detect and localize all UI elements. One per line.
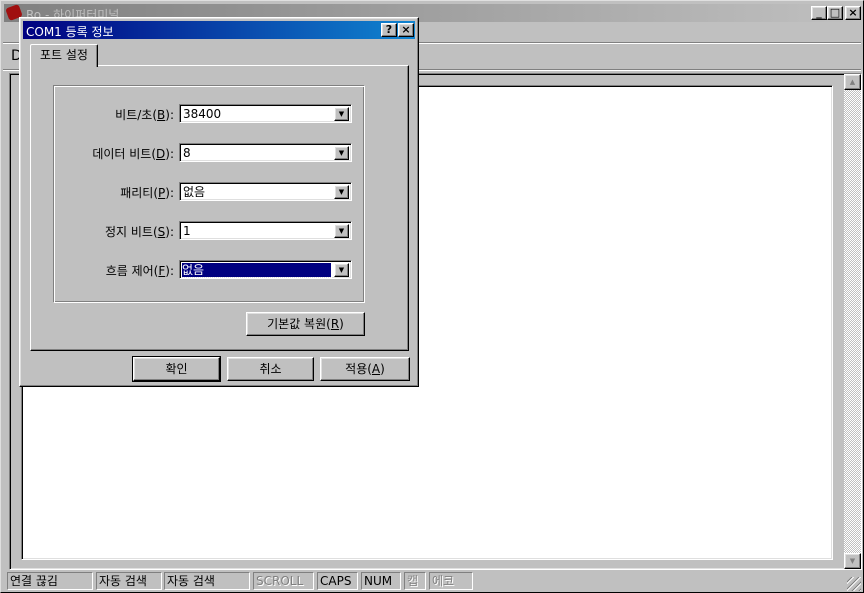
bits-per-second-label: 비트/초(B): xyxy=(54,106,174,123)
com1-properties-dialog: COM1 등록 정보 ? × 포트 설정 비트/초(B): 38400 ▼ 데이… xyxy=(19,17,419,387)
label-text: 비트/초( xyxy=(115,108,158,122)
scroll-down-button[interactable]: ▼ xyxy=(844,553,861,569)
label-end: ): xyxy=(165,186,174,200)
flow-control-label: 흐름 제어(F): xyxy=(54,262,174,279)
ok-button[interactable]: 확인 xyxy=(132,356,221,382)
mnemonic-key: D xyxy=(156,147,166,161)
status-autodetect-1: 자동 검색 xyxy=(96,572,162,590)
status-autodetect-2: 자동 검색 xyxy=(164,572,250,590)
chevron-down-icon[interactable]: ▼ xyxy=(334,263,349,277)
vertical-scrollbar[interactable]: ▲ ▼ xyxy=(844,74,861,569)
bits-per-second-combo[interactable]: 38400 ▼ xyxy=(179,104,352,123)
label-end: ): xyxy=(165,225,174,239)
restore-end: ) xyxy=(339,317,344,331)
scroll-up-button[interactable]: ▲ xyxy=(844,74,861,90)
status-echo: 에코 xyxy=(429,572,473,590)
ok-label: 확인 xyxy=(165,362,188,376)
label-end: ): xyxy=(165,108,174,122)
status-connection: 연결 끊김 xyxy=(7,572,93,590)
dialog-title-bar[interactable]: COM1 등록 정보 ? × xyxy=(23,21,415,39)
parity-combo[interactable]: 없음 ▼ xyxy=(179,182,352,201)
label-end: ): xyxy=(165,147,174,161)
help-button[interactable]: ? xyxy=(381,23,397,37)
label-end: ): xyxy=(165,264,174,278)
status-scroll: SCROLL xyxy=(253,572,314,590)
stop-bits-value: 1 xyxy=(183,224,191,238)
label-text: 패리티( xyxy=(120,186,159,200)
apply-button[interactable]: 적용(A) xyxy=(320,357,410,381)
dialog-title: COM1 등록 정보 xyxy=(26,25,114,39)
status-caps: CAPS xyxy=(317,572,358,590)
flow-control-value: 없음 xyxy=(181,262,332,278)
chevron-down-icon[interactable]: ▼ xyxy=(334,107,349,121)
status-capture: 캡 xyxy=(404,572,426,590)
minimize-button[interactable]: _ xyxy=(811,6,827,20)
resize-grip-icon[interactable] xyxy=(847,577,861,591)
stop-bits-combo[interactable]: 1 ▼ xyxy=(179,221,352,240)
label-text: 데이터 비트( xyxy=(92,147,157,161)
stop-bits-label: 정지 비트(S): xyxy=(54,223,174,240)
chevron-down-icon[interactable]: ▼ xyxy=(334,224,349,238)
flow-control-combo[interactable]: 없음 ▼ xyxy=(179,260,352,279)
chevron-down-icon[interactable]: ▼ xyxy=(334,185,349,199)
label-text: 흐름 제어( xyxy=(105,264,159,278)
parity-label: 패리티(P): xyxy=(54,184,174,201)
maximize-button[interactable]: □ xyxy=(827,6,843,20)
label-text: 정지 비트( xyxy=(104,225,158,239)
data-bits-combo[interactable]: 8 ▼ xyxy=(179,143,352,162)
parity-value: 없음 xyxy=(183,185,206,199)
chevron-down-icon[interactable]: ▼ xyxy=(334,146,349,160)
tab-port-settings[interactable]: 포트 설정 xyxy=(30,44,98,67)
restore-label: 기본값 복원( xyxy=(267,317,331,331)
close-main-button[interactable]: × xyxy=(845,6,861,20)
restore-key: R xyxy=(330,317,340,331)
apply-key: A xyxy=(371,362,381,376)
status-num: NUM xyxy=(361,572,401,590)
cancel-button[interactable]: 취소 xyxy=(227,357,314,381)
bits-per-second-value: 38400 xyxy=(183,107,222,121)
tab-label: 포트 설정 xyxy=(40,48,88,62)
cancel-label: 취소 xyxy=(259,362,282,376)
apply-end: ) xyxy=(380,362,385,376)
data-bits-value: 8 xyxy=(183,146,191,160)
apply-label: 적용( xyxy=(345,362,372,376)
close-dialog-button[interactable]: × xyxy=(398,23,414,37)
data-bits-label: 데이터 비트(D): xyxy=(54,145,174,162)
restore-defaults-button[interactable]: 기본값 복원(R) xyxy=(246,312,365,336)
